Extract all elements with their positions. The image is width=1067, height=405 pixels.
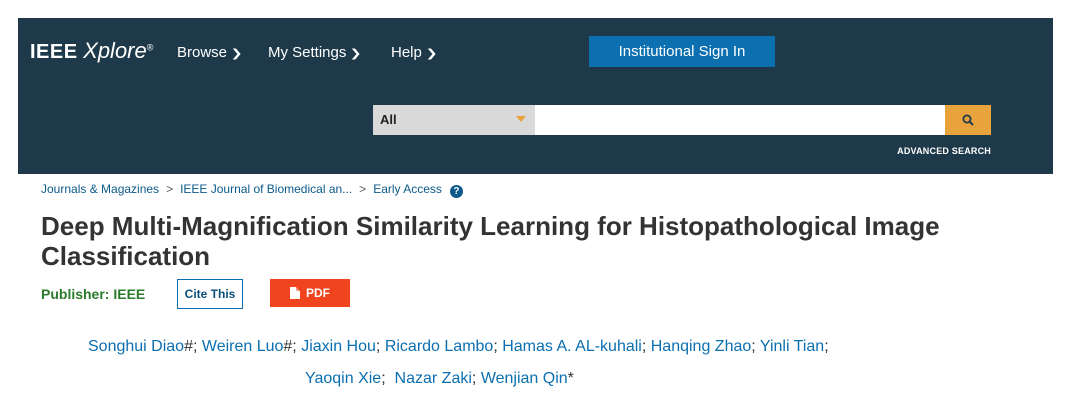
- nav-browse-label: Browse: [177, 44, 228, 61]
- author-mark: ;: [375, 338, 381, 355]
- author-mark: ;: [493, 338, 498, 355]
- nav-my-settings[interactable]: My Settings ❯: [268, 44, 362, 61]
- chevron-down-icon: ❯: [425, 48, 438, 60]
- header-bar: IEEE Xplore® Browse ❯ My Settings ❯ Help ❯ …: [18, 18, 1053, 174]
- search-button[interactable]: [945, 105, 991, 135]
- logo-ieee-text: IEEE: [30, 41, 78, 63]
- chevron-down-icon: ❯: [230, 48, 243, 60]
- author-mark: ;: [471, 370, 477, 387]
- publisher-label: Publisher: IEEE: [41, 286, 146, 302]
- author-mark: *: [567, 370, 574, 387]
- search-scope-select[interactable]: All: [373, 105, 535, 135]
- author-mark: #;: [184, 338, 198, 355]
- author-mark: ;: [641, 338, 647, 355]
- nav-help[interactable]: Help ❯: [391, 44, 438, 61]
- chevron-down-icon: ❯: [349, 48, 362, 60]
- article-title: Deep Multi-Magnification Similarity Lear…: [41, 211, 940, 271]
- nav-my-settings-label: My Settings: [268, 44, 347, 61]
- author-link[interactable]: Yinli Tian: [760, 338, 824, 355]
- author-mark: ;: [751, 338, 756, 355]
- author-link[interactable]: Weiren Luo: [202, 338, 284, 355]
- author-link[interactable]: Ricardo Lambo: [385, 338, 494, 355]
- author-link[interactable]: Hamas A. AL-kuhali: [502, 338, 642, 355]
- author-mark: ;: [381, 370, 386, 387]
- author-list-line-1: Songhui Diao#; Weiren Luo#; Jiaxin Hou; …: [88, 338, 829, 356]
- breadcrumb-journals-magazines[interactable]: Journals & Magazines: [41, 182, 159, 196]
- ieee-xplore-logo[interactable]: IEEE Xplore®: [30, 38, 153, 64]
- nav-help-label: Help: [391, 44, 422, 61]
- author-mark: #;: [283, 338, 297, 355]
- pdf-button[interactable]: PDF: [270, 279, 350, 307]
- logo-registered-mark: ®: [146, 42, 154, 53]
- author-list-line-2: Yaoqin Xie; Nazar Zaki; Wenjian Qin*: [305, 370, 574, 388]
- caret-down-icon: [516, 116, 526, 122]
- breadcrumb: Journals & Magazines > IEEE Journal of Bio…: [41, 182, 463, 198]
- author-link[interactable]: Hanqing Zhao: [651, 338, 752, 355]
- logo-xplore-text: Xplore: [83, 38, 147, 63]
- search-scope-value: All: [380, 112, 397, 127]
- search-icon: [962, 114, 974, 126]
- pdf-file-icon: [290, 287, 300, 299]
- advanced-search-link[interactable]: ADVANCED SEARCH: [897, 146, 991, 156]
- institutional-sign-in-button[interactable]: Institutional Sign In: [589, 36, 775, 67]
- breadcrumb-journal[interactable]: IEEE Journal of Biomedical an...: [180, 182, 352, 196]
- breadcrumb-separator: >: [166, 182, 174, 196]
- breadcrumb-early-access[interactable]: Early Access: [373, 182, 442, 196]
- pdf-button-label: PDF: [306, 286, 330, 300]
- breadcrumb-separator: >: [359, 182, 367, 196]
- cite-this-button[interactable]: Cite This: [177, 279, 243, 309]
- author-link[interactable]: Songhui Diao: [88, 338, 184, 355]
- author-link[interactable]: Nazar Zaki: [395, 370, 472, 387]
- author-link[interactable]: Wenjian Qin: [481, 370, 568, 387]
- author-link[interactable]: Yaoqin Xie: [305, 370, 381, 387]
- search-input[interactable]: [535, 105, 945, 135]
- help-icon[interactable]: ?: [449, 185, 463, 198]
- author-mark: ;: [824, 338, 829, 355]
- author-link[interactable]: Jiaxin Hou: [301, 338, 376, 355]
- nav-browse[interactable]: Browse ❯: [177, 44, 243, 61]
